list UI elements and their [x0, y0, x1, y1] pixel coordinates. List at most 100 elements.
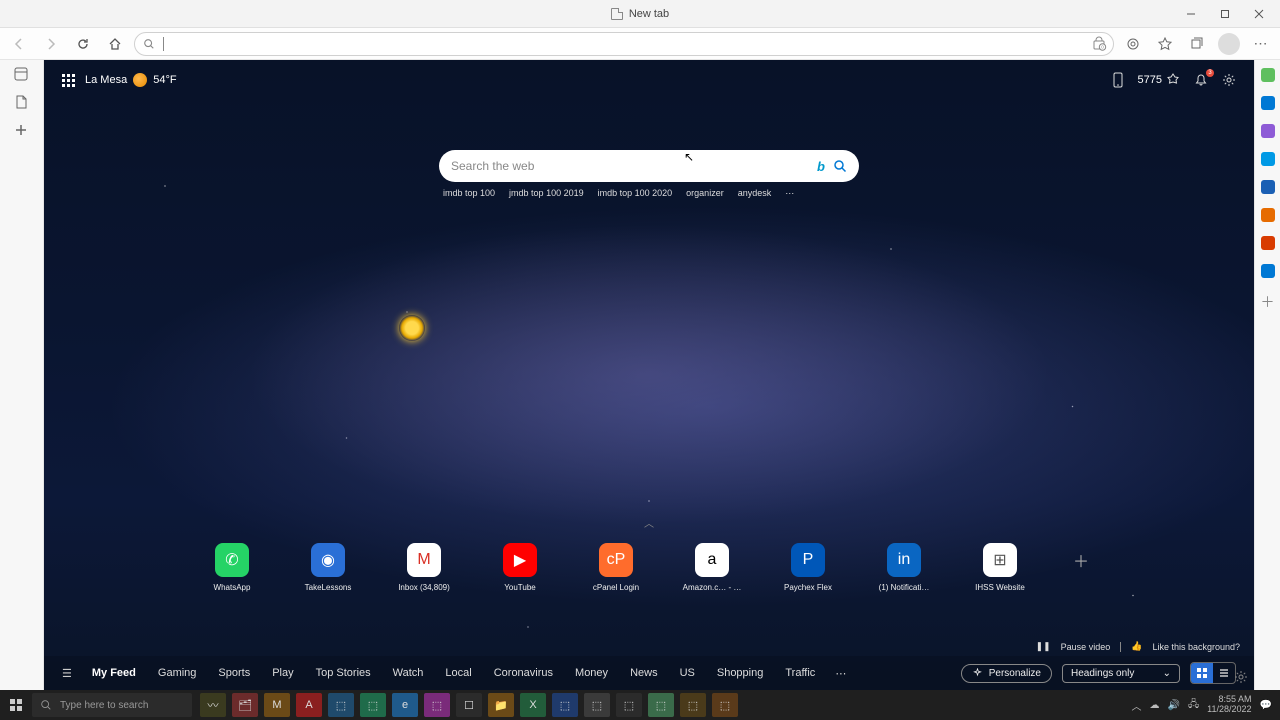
personalize-button[interactable]: Personalize: [961, 664, 1052, 683]
sidebar-app-icon[interactable]: [1261, 68, 1275, 82]
feed-tab[interactable]: Shopping: [717, 667, 764, 679]
start-button[interactable]: [0, 698, 32, 712]
feed-tab[interactable]: News: [630, 667, 658, 679]
thumbs-up-icon[interactable]: 👍: [1131, 641, 1142, 652]
tray-cloud-icon[interactable]: ☁: [1150, 700, 1160, 711]
feed-more-icon[interactable]: ⋯: [835, 667, 846, 680]
tray-clock[interactable]: 8:55 AM 11/28/2022: [1207, 695, 1251, 715]
collections-button[interactable]: [1184, 31, 1210, 57]
sidebar-app-icon[interactable]: [1261, 96, 1275, 110]
back-button[interactable]: [6, 31, 32, 57]
tray-notifications-icon[interactable]: 💬: [1260, 700, 1272, 711]
quick-link[interactable]: cPcPanel Login: [584, 543, 648, 592]
sidebar-app-icon[interactable]: [1261, 180, 1275, 194]
taskbar-app[interactable]: ⬚: [584, 693, 610, 717]
feed-tab[interactable]: Local: [445, 667, 471, 679]
taskbar-app[interactable]: ⬚: [552, 693, 578, 717]
feed-menu-icon[interactable]: ☰: [62, 667, 72, 680]
add-quick-link-button[interactable]: ＋: [1064, 543, 1098, 577]
quick-link[interactable]: in(1) Notificati…: [872, 543, 936, 592]
pause-video-label[interactable]: Pause video: [1061, 642, 1111, 652]
feed-tab[interactable]: Money: [575, 667, 608, 679]
quick-link[interactable]: ◉TakeLessons: [296, 543, 360, 592]
quick-link[interactable]: ✆WhatsApp: [200, 543, 264, 592]
quick-link[interactable]: ▶YouTube: [488, 543, 552, 592]
sidebar-add-icon[interactable]: ＋: [1261, 292, 1275, 312]
quick-link[interactable]: MInbox (34,809): [392, 543, 456, 592]
taskbar-app[interactable]: ⬚: [648, 693, 674, 717]
taskbar-app[interactable]: M: [264, 693, 290, 717]
add-tab-icon[interactable]: [13, 122, 31, 140]
list-view-button[interactable]: [1213, 663, 1235, 683]
search-suggestion[interactable]: imdb top 100 2020: [598, 188, 673, 199]
search-suggestion[interactable]: jmdb top 100 2019: [509, 188, 584, 199]
feed-tab[interactable]: Sports: [218, 667, 250, 679]
shopping-icon[interactable]: 0: [1091, 36, 1107, 52]
search-suggestion[interactable]: organizer: [686, 188, 724, 199]
weather-widget[interactable]: La Mesa 54°F: [85, 73, 177, 87]
taskbar-app[interactable]: 〰: [200, 693, 226, 717]
close-button[interactable]: [1242, 0, 1276, 28]
profile-button[interactable]: [1216, 31, 1242, 57]
mobile-icon[interactable]: [1112, 72, 1124, 88]
taskbar-app[interactable]: ☐: [456, 693, 482, 717]
forward-button[interactable]: [38, 31, 64, 57]
pause-icon[interactable]: ❚❚: [1036, 641, 1051, 652]
rewards-widget[interactable]: 5775: [1138, 73, 1180, 87]
feed-tab[interactable]: Gaming: [158, 667, 197, 679]
feed-tab[interactable]: US: [680, 667, 695, 679]
taskbar-app[interactable]: ⬚: [360, 693, 386, 717]
collapse-links-icon[interactable]: ︿: [644, 515, 654, 530]
sidebar-app-icon[interactable]: [1261, 236, 1275, 250]
search-input[interactable]: [451, 159, 809, 173]
sidebar-app-icon[interactable]: [1261, 124, 1275, 138]
taskbar-app[interactable]: e: [392, 693, 418, 717]
layout-select[interactable]: Headings only ⌄: [1062, 664, 1180, 683]
taskbar-app[interactable]: X: [520, 693, 546, 717]
refresh-button[interactable]: [70, 31, 96, 57]
taskbar-app[interactable]: ⬚: [616, 693, 642, 717]
taskbar-app[interactable]: 📁: [488, 693, 514, 717]
search-suggestion[interactable]: imdb top 100: [443, 188, 495, 199]
taskbar-app[interactable]: ⬚: [680, 693, 706, 717]
grid-view-button[interactable]: [1191, 663, 1213, 683]
notifications-button[interactable]: 3: [1194, 73, 1208, 87]
taskbar-app[interactable]: ⬚: [424, 693, 450, 717]
search-submit-icon[interactable]: [833, 159, 847, 173]
search-box[interactable]: b: [439, 150, 859, 182]
new-tab-page-icon[interactable]: [13, 94, 31, 112]
search-suggestion[interactable]: anydesk: [738, 188, 772, 199]
sidebar-app-icon[interactable]: [1261, 152, 1275, 166]
app-launcher-icon[interactable]: [62, 74, 75, 87]
page-settings-icon[interactable]: [1234, 670, 1248, 684]
extensions-button[interactable]: [1120, 31, 1146, 57]
minimize-button[interactable]: [1174, 0, 1208, 28]
quick-link[interactable]: PPaychex Flex: [776, 543, 840, 592]
suggestions-more-icon[interactable]: ⋯: [785, 188, 795, 199]
taskbar-app[interactable]: A: [296, 693, 322, 717]
sidebar-app-icon[interactable]: [1261, 208, 1275, 222]
address-bar[interactable]: 0: [134, 32, 1114, 56]
feed-tab[interactable]: My Feed: [92, 667, 136, 679]
feed-tab[interactable]: Top Stories: [316, 667, 371, 679]
feed-tab[interactable]: Coronavirus: [494, 667, 553, 679]
tray-network-icon[interactable]: 🖧: [1188, 697, 1199, 714]
feed-tab[interactable]: Play: [272, 667, 293, 679]
taskbar-search[interactable]: Type here to search: [32, 693, 192, 717]
taskbar-app[interactable]: 🗂: [232, 693, 258, 717]
quick-link[interactable]: aAmazon.c… - …: [680, 543, 744, 592]
tray-chevron-icon[interactable]: ︿: [1132, 698, 1142, 713]
feed-tab[interactable]: Watch: [393, 667, 424, 679]
like-background-label[interactable]: Like this background?: [1152, 642, 1240, 652]
favorites-button[interactable]: [1152, 31, 1178, 57]
quick-link[interactable]: ⊞IHSS Website: [968, 543, 1032, 592]
taskbar-app[interactable]: ⬚: [712, 693, 738, 717]
gear-icon[interactable]: [1222, 73, 1236, 87]
tab-actions-icon[interactable]: [13, 66, 31, 84]
sidebar-app-icon[interactable]: [1261, 264, 1275, 278]
tray-volume-icon[interactable]: 🔊: [1168, 700, 1180, 711]
taskbar-app[interactable]: ⬚: [328, 693, 354, 717]
menu-button[interactable]: ⋯: [1248, 31, 1274, 57]
browser-tab[interactable]: New tab: [611, 8, 669, 20]
home-button[interactable]: [102, 31, 128, 57]
